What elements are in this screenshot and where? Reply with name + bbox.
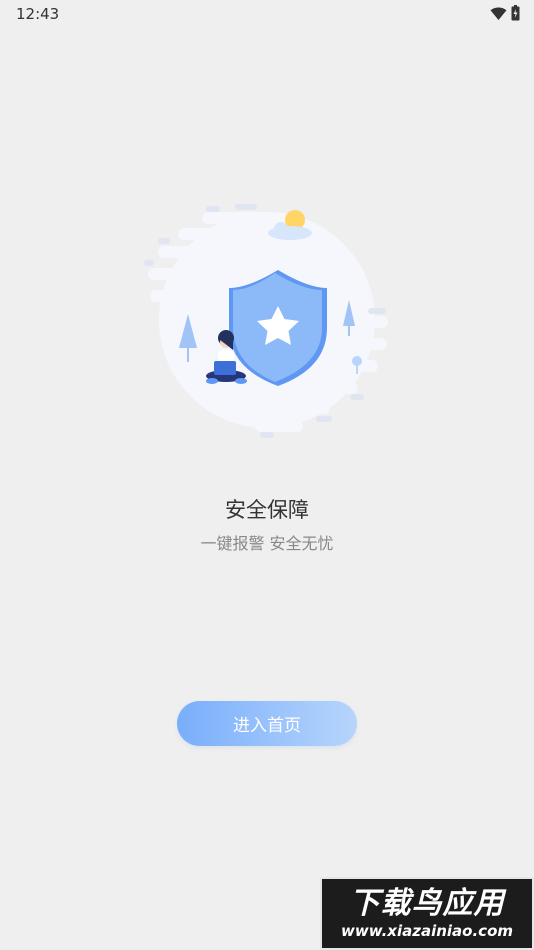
wifi-icon bbox=[490, 6, 507, 25]
page-title: 安全保障 bbox=[225, 498, 309, 522]
enter-home-button[interactable]: 进入首页 bbox=[177, 701, 357, 746]
page-subtitle: 一键报警 安全无忧 bbox=[200, 534, 334, 553]
security-shield-illustration bbox=[140, 198, 394, 443]
status-bar: 12:43 bbox=[0, 0, 534, 28]
battery-icon bbox=[511, 5, 520, 25]
watermark-main-text: 下载鸟应用 bbox=[349, 885, 505, 921]
enter-home-button-label: 进入首页 bbox=[233, 716, 301, 736]
watermark-sub-text: www.xiazainiao.com bbox=[340, 921, 514, 940]
status-icons bbox=[490, 5, 520, 25]
watermark-logo: 下载鸟应用 www.xiazainiao.com bbox=[320, 877, 534, 950]
status-time: 12:43 bbox=[16, 5, 60, 23]
